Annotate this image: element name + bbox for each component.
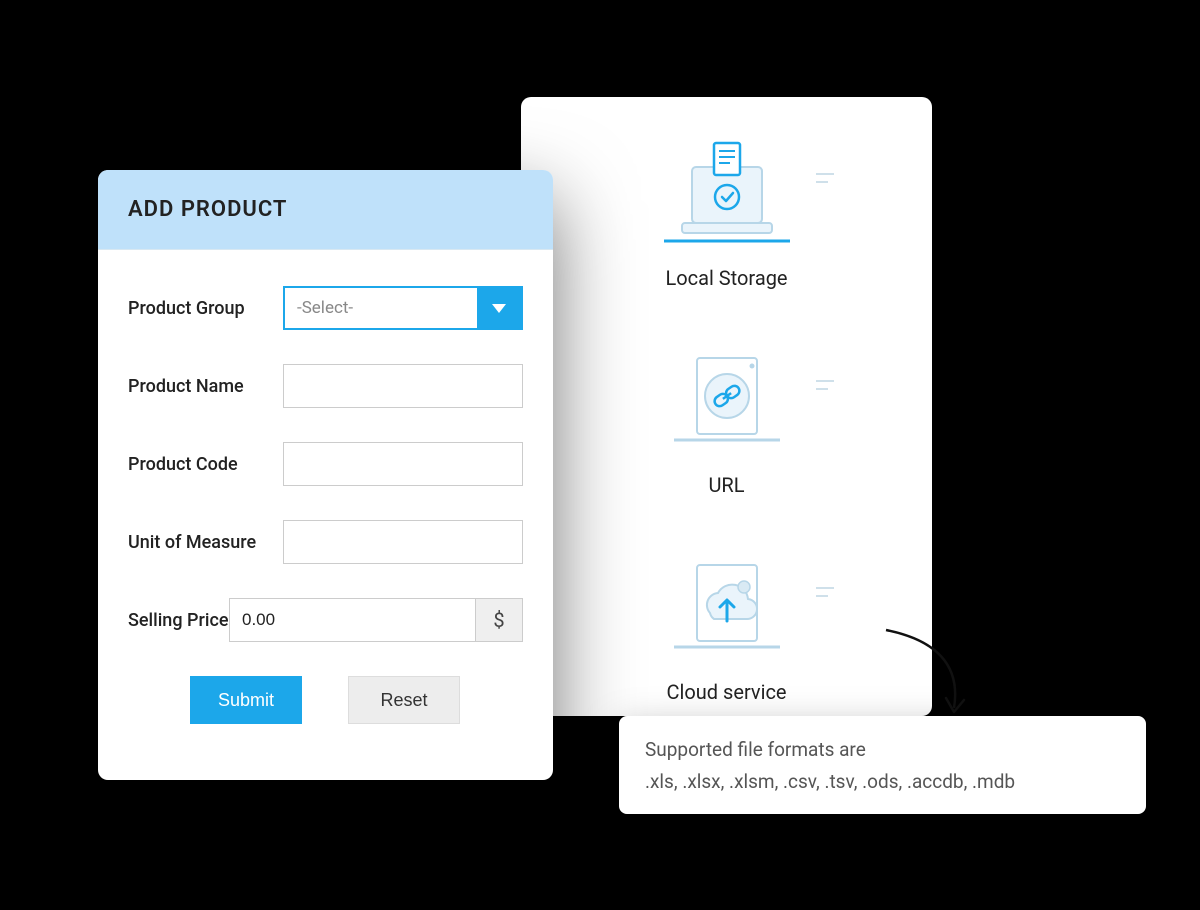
callout-line2: .xls, .xlsx, .xlsm, .csv, .tsv, .ods, .a… bbox=[645, 766, 1120, 798]
row-product-group: Product Group -Select- bbox=[128, 286, 523, 330]
row-product-code: Product Code bbox=[128, 442, 523, 486]
product-group-select-value: -Select- bbox=[285, 288, 477, 328]
source-label-cloud: Cloud service bbox=[666, 680, 786, 704]
source-label-url: URL bbox=[708, 473, 744, 497]
callout-line1: Supported file formats are bbox=[645, 734, 1120, 766]
add-product-form-card: ADD PRODUCT Product Group -Select- Produ… bbox=[98, 170, 553, 780]
submit-button[interactable]: Submit bbox=[190, 676, 302, 724]
reset-button[interactable]: Reset bbox=[348, 676, 460, 724]
sources-card: Local Storage URL bbox=[521, 97, 932, 716]
supported-formats-callout: Supported file formats are .xls, .xlsx, … bbox=[619, 716, 1146, 814]
label-product-group: Product Group bbox=[128, 298, 283, 319]
product-group-select[interactable]: -Select- bbox=[283, 286, 523, 330]
selling-price-input[interactable] bbox=[229, 598, 475, 642]
currency-symbol: $ bbox=[475, 598, 523, 642]
label-selling-price: Selling Price bbox=[128, 610, 229, 631]
globe-link-icon bbox=[652, 340, 802, 455]
source-local-storage[interactable]: Local Storage bbox=[652, 133, 802, 290]
row-unit-of-measure: Unit of Measure bbox=[128, 520, 523, 564]
laptop-file-icon bbox=[652, 133, 802, 248]
form-title: ADD PRODUCT bbox=[98, 170, 553, 250]
product-code-input[interactable] bbox=[283, 442, 523, 486]
cloud-upload-icon bbox=[652, 547, 802, 662]
label-product-code: Product Code bbox=[128, 454, 283, 475]
product-name-input[interactable] bbox=[283, 364, 523, 408]
unit-of-measure-input[interactable] bbox=[283, 520, 523, 564]
label-product-name: Product Name bbox=[128, 376, 283, 397]
label-unit-of-measure: Unit of Measure bbox=[128, 532, 283, 553]
source-cloud-service[interactable]: Cloud service bbox=[652, 547, 802, 704]
row-product-name: Product Name bbox=[128, 364, 523, 408]
row-selling-price: Selling Price $ bbox=[128, 598, 523, 642]
source-url[interactable]: URL bbox=[652, 340, 802, 497]
chevron-down-icon[interactable] bbox=[477, 288, 521, 328]
source-label-local: Local Storage bbox=[665, 266, 787, 290]
